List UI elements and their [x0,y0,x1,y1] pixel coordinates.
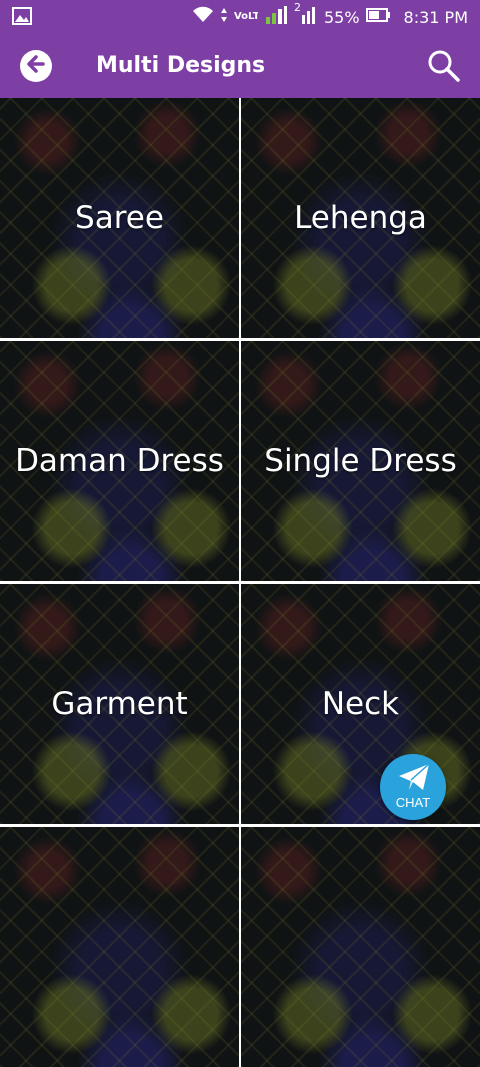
category-tile-lehenga[interactable]: Lehenga [241,98,480,338]
battery-icon [365,7,392,27]
page-title: Multi Designs [96,53,266,78]
category-label: Saree [75,200,164,236]
gallery-notification-icon [12,7,32,29]
battery-percent: 55% [323,7,360,27]
category-tile-saree[interactable]: Saree [0,98,239,338]
wifi-icon [192,6,214,28]
chat-label: CHAT [395,795,431,810]
chat-button[interactable]: CHAT [380,754,446,820]
category-label: Garment [51,686,188,722]
sim2-label: 2 [293,1,301,14]
sim2-signal-icon: 2 [294,1,318,29]
clock: 8:31 PM [403,7,468,27]
app-bar: Multi Designs [0,34,480,98]
category-tile-daman-dress[interactable]: Daman Dress [0,341,239,581]
category-label: Single Dress [264,443,457,479]
search-button[interactable] [426,48,462,84]
data-arrows-icon [220,7,228,27]
category-tile-partial[interactable] [0,827,239,1067]
category-tile-partial[interactable] [241,827,480,1067]
volte-label: VoLTE [233,12,258,22]
status-bar: VoLTE 2 55% 8:31 PM [0,0,480,34]
search-icon [426,50,462,88]
back-button[interactable] [20,50,52,82]
category-label: Neck [321,686,400,722]
category-tile-garment[interactable]: Garment [0,584,239,824]
category-tile-single-dress[interactable]: Single Dress [241,341,480,581]
sim1-signal-icon [264,5,288,29]
category-grid: Saree Lehenga Daman Dress Single Dress G… [0,98,480,1067]
back-arrow-icon [26,54,46,78]
paper-plane-icon [397,762,431,796]
volte-icon: VoLTE [234,12,258,22]
category-label: Lehenga [294,200,427,236]
category-label: Daman Dress [15,443,224,479]
